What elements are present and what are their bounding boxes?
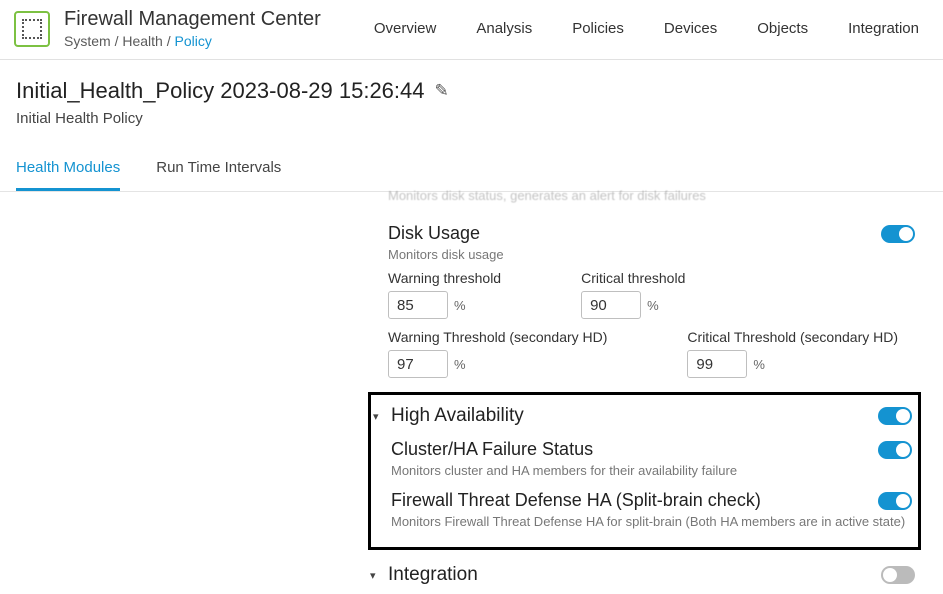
percent-unit: % (753, 357, 765, 372)
percent-unit: % (454, 298, 466, 313)
tabs: Health Modules Run Time Intervals (0, 133, 943, 192)
disk-usage-toggle[interactable] (881, 225, 915, 243)
splitbrain-desc: Monitors Firewall Threat Defense HA for … (391, 514, 912, 529)
section-integration[interactable]: ▾ Integration (370, 556, 915, 594)
warn-threshold-label: Warning threshold (388, 270, 501, 286)
nav-objects[interactable]: Objects (757, 20, 808, 37)
module-disk-usage: Disk Usage Monitors disk usage Warning t… (388, 213, 915, 392)
edit-icon[interactable]: ✎ (435, 81, 449, 101)
main-nav: Overview Analysis Policies Devices Objec… (374, 20, 919, 37)
caret-down-icon: ▾ (373, 410, 385, 423)
warn2-threshold-input[interactable] (388, 350, 448, 378)
splitbrain-toggle[interactable] (878, 492, 912, 510)
disk-usage-desc: Monitors disk usage (388, 247, 915, 262)
crit2-threshold-label: Critical Threshold (secondary HD) (687, 329, 898, 345)
splitbrain-title: Firewall Threat Defense HA (Split-brain … (391, 490, 761, 511)
content-pane: Monitors disk status, generates an alert… (0, 188, 943, 594)
section-high-availability[interactable]: ▾ High Availability (373, 397, 912, 435)
cluster-ha-desc: Monitors cluster and HA members for thei… (391, 463, 912, 478)
high-availability-toggle[interactable] (878, 407, 912, 425)
crit-threshold-label: Critical threshold (581, 270, 685, 286)
caret-down-icon: ▾ (370, 569, 382, 582)
brand-title: Firewall Management Center (64, 8, 321, 31)
module-splitbrain: Firewall Threat Defense HA (Split-brain … (391, 486, 912, 537)
app-logo (14, 11, 50, 47)
module-cluster-ha-failure: Cluster/HA Failure Status Monitors clust… (391, 435, 912, 486)
percent-unit: % (454, 357, 466, 372)
breadcrumb-policy[interactable]: Policy (175, 33, 212, 49)
nav-integration[interactable]: Integration (848, 20, 919, 37)
high-availability-title: High Availability (391, 405, 524, 427)
warn2-threshold-label: Warning Threshold (secondary HD) (388, 329, 607, 345)
disk-usage-title: Disk Usage (388, 223, 480, 244)
breadcrumb-health[interactable]: Health (122, 33, 162, 49)
page-subtitle: Initial Health Policy (16, 110, 927, 127)
cluster-ha-title: Cluster/HA Failure Status (391, 439, 593, 460)
breadcrumb-system[interactable]: System (64, 33, 111, 49)
percent-unit: % (647, 298, 659, 313)
crit2-threshold-input[interactable] (687, 350, 747, 378)
nav-overview[interactable]: Overview (374, 20, 437, 37)
nav-analysis[interactable]: Analysis (476, 20, 532, 37)
top-header: Firewall Management Center System / Heal… (0, 0, 943, 60)
module-disk-status-desc: Monitors disk status, generates an alert… (388, 188, 915, 213)
title-area: Initial_Health_Policy 2023-08-29 15:26:4… (0, 60, 943, 133)
page-title: Initial_Health_Policy 2023-08-29 15:26:4… (16, 78, 425, 104)
nav-devices[interactable]: Devices (664, 20, 717, 37)
integration-title: Integration (388, 564, 478, 586)
tab-health-modules[interactable]: Health Modules (16, 159, 120, 191)
tab-run-time-intervals[interactable]: Run Time Intervals (156, 159, 281, 191)
crit-threshold-input[interactable] (581, 291, 641, 319)
cluster-ha-toggle[interactable] (878, 441, 912, 459)
breadcrumb: System / Health / Policy (64, 33, 321, 49)
high-availability-highlight: ▾ High Availability Cluster/HA Failure S… (368, 392, 921, 550)
nav-policies[interactable]: Policies (572, 20, 624, 37)
warn-threshold-input[interactable] (388, 291, 448, 319)
integration-toggle[interactable] (881, 566, 915, 584)
